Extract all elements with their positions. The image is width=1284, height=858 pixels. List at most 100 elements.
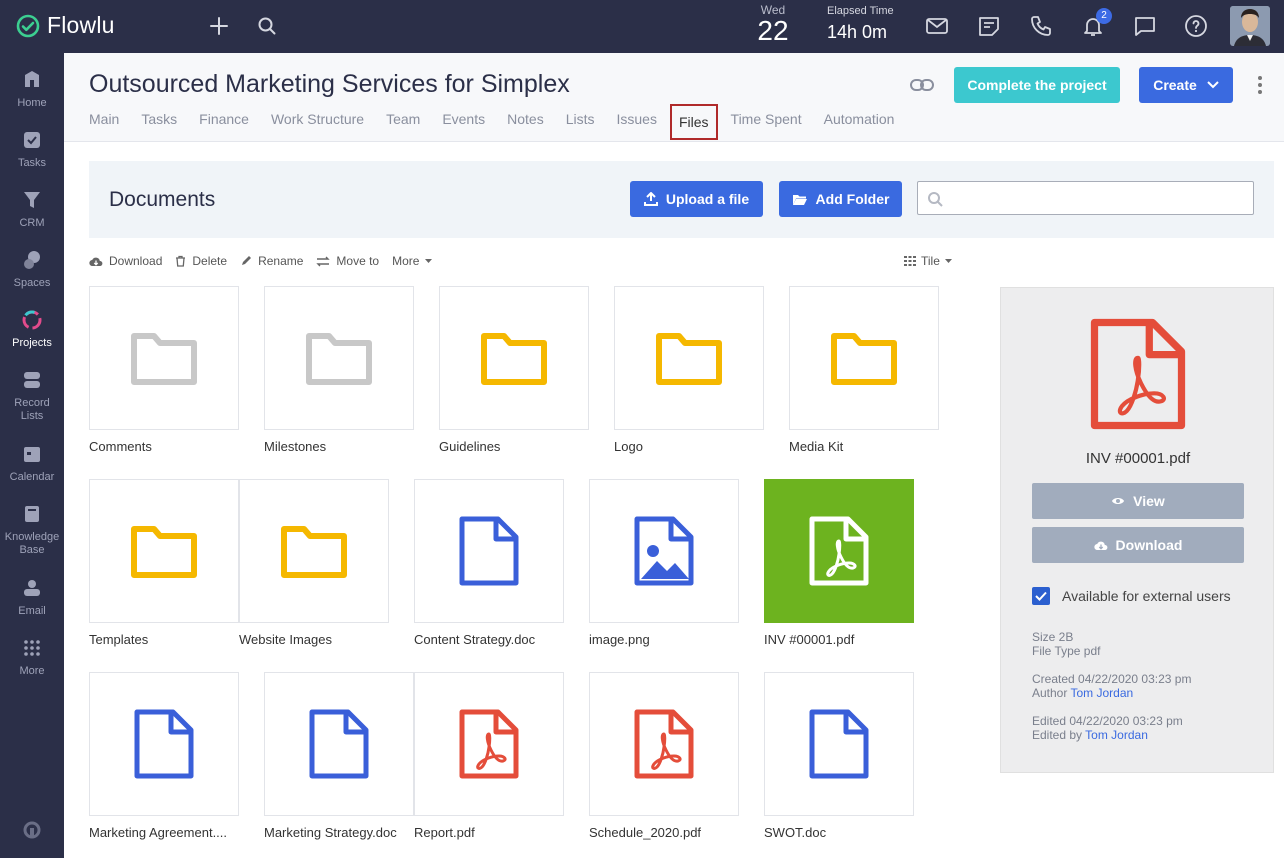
checkbox-checked[interactable] (1032, 587, 1050, 605)
file-name: Media Kit (789, 439, 844, 454)
file-tile-swot[interactable] (764, 672, 914, 816)
sidebar-item-record-lists[interactable]: Record Lists (0, 369, 64, 423)
project-tabs: Main Tasks Finance Work Structure Team E… (89, 104, 916, 141)
file-details-panel: INV #00001.pdf View Download Available f… (1000, 287, 1274, 773)
external-users-toggle[interactable]: Available for external users (1032, 587, 1231, 605)
file-name: Content Strategy.doc (414, 632, 536, 647)
tab-automation[interactable]: Automation (824, 109, 895, 141)
sidebar-item-label: Record Lists (14, 397, 50, 422)
file-tile-image-png[interactable] (589, 479, 739, 623)
sidebar-item-knowledge-base[interactable]: Knowledge Base (0, 503, 64, 557)
move-to-action[interactable]: Move to (316, 254, 379, 268)
sidebar-item-more[interactable]: More (0, 637, 64, 677)
caret-down-icon (425, 259, 433, 263)
file-tile-milestones[interactable] (264, 286, 414, 430)
date-display[interactable]: Wed 22 (755, 3, 791, 45)
help-icon[interactable] (1184, 14, 1208, 38)
tab-main[interactable]: Main (89, 109, 119, 141)
file-tile-marketing-strategy[interactable] (264, 672, 414, 816)
chat-icon[interactable] (1133, 14, 1157, 38)
search-icon (928, 192, 943, 207)
search-input[interactable] (950, 182, 1240, 212)
complete-project-button[interactable]: Complete the project (954, 67, 1120, 103)
sidebar-item-home[interactable]: Home (0, 69, 64, 109)
grid-view-icon (904, 256, 916, 266)
created-value: Created 04/22/2020 03:23 pm (1032, 672, 1192, 686)
download-label: Download (1115, 537, 1183, 553)
tab-finance[interactable]: Finance (199, 109, 249, 141)
rename-action[interactable]: Rename (240, 254, 303, 268)
file-name: Templates (89, 632, 149, 647)
app-logo[interactable]: Flowlu (16, 12, 115, 39)
document-icon (134, 709, 194, 779)
sidebar-item-projects[interactable]: Projects (0, 309, 64, 349)
file-tile-templates[interactable] (89, 479, 239, 623)
tab-notes[interactable]: Notes (507, 109, 544, 141)
tab-time-spent[interactable]: Time Spent (731, 109, 802, 141)
sidebar-item-label: Home (17, 97, 47, 109)
add-icon[interactable] (208, 15, 230, 37)
file-tile-report-pdf[interactable] (414, 672, 564, 816)
edited-value: Edited 04/22/2020 03:23 pm (1032, 714, 1183, 728)
author-link[interactable]: Tom Jordan (1070, 686, 1133, 700)
tab-tasks[interactable]: Tasks (141, 109, 177, 141)
delete-action[interactable]: Delete (175, 254, 227, 268)
upload-file-button[interactable]: Upload a file (630, 181, 763, 217)
mail-icon[interactable] (925, 14, 949, 38)
tab-team[interactable]: Team (386, 109, 420, 141)
sidebar-item-email[interactable]: Email (0, 577, 64, 617)
avatar[interactable] (1230, 6, 1270, 46)
notes-icon[interactable] (977, 14, 1001, 38)
file-tile-marketing-agreement[interactable] (89, 672, 239, 816)
search-icon[interactable] (257, 16, 277, 36)
add-folder-button[interactable]: Add Folder (779, 181, 902, 217)
file-name: Milestones (264, 439, 327, 454)
chevron-down-icon (1207, 81, 1219, 89)
flowlu-mark-icon (23, 821, 41, 839)
sidebar-item-label: CRM (19, 217, 45, 229)
spaces-icon (24, 251, 40, 269)
sidebar-footer-logo[interactable] (0, 819, 64, 847)
file-tile-logo[interactable] (614, 286, 764, 430)
sidebar-item-spaces[interactable]: Spaces (0, 249, 64, 289)
link-icon[interactable] (909, 76, 935, 99)
sidebar-item-tasks[interactable]: Tasks (0, 129, 64, 169)
check-circle-icon (16, 14, 40, 37)
file-search (917, 181, 1254, 215)
tab-issues[interactable]: Issues (617, 109, 657, 141)
download-action[interactable]: Download (89, 254, 162, 268)
tab-lists[interactable]: Lists (566, 109, 595, 141)
author-prefix: Author (1032, 686, 1068, 700)
view-mode-label: Tile (921, 254, 940, 268)
file-tile-guidelines[interactable] (439, 286, 589, 430)
folder-open-icon (792, 194, 807, 205)
file-tile-media-kit[interactable] (789, 286, 939, 430)
sidebar-item-crm[interactable]: CRM (0, 189, 64, 229)
more-action[interactable]: More (392, 254, 433, 268)
tab-files[interactable]: Files (669, 104, 718, 140)
elapsed-time[interactable]: Elapsed Time 14h 0m (827, 5, 894, 43)
tab-work-structure[interactable]: Work Structure (271, 109, 364, 141)
phone-icon[interactable] (1029, 14, 1053, 38)
create-button[interactable]: Create (1139, 67, 1233, 103)
projects-icon (22, 310, 42, 330)
tab-events[interactable]: Events (442, 109, 485, 141)
check-icon (1035, 591, 1047, 601)
file-tile-content-strategy[interactable] (414, 479, 564, 623)
view-button[interactable]: View (1032, 483, 1244, 519)
file-meta-edited: Edited 04/22/2020 03:23 pm Edited by Tom… (1032, 714, 1183, 742)
file-tile-website-images[interactable] (239, 479, 389, 623)
sidebar-item-label: Email (18, 605, 46, 617)
view-mode-toggle[interactable]: Tile (904, 254, 952, 268)
file-tile-comments[interactable] (89, 286, 239, 430)
download-button[interactable]: Download (1032, 527, 1244, 563)
more-options-icon[interactable] (1257, 75, 1263, 100)
elapsed-label: Elapsed Time (827, 5, 894, 17)
edited-by-link[interactable]: Tom Jordan (1085, 728, 1148, 742)
file-tile-inv-00001-selected[interactable] (764, 479, 914, 623)
home-icon (25, 71, 39, 87)
sidebar-item-calendar[interactable]: Calendar (0, 443, 64, 483)
sidebar-item-label: More (19, 665, 45, 677)
file-tile-schedule-2020[interactable] (589, 672, 739, 816)
file-name: Comments (89, 439, 152, 454)
